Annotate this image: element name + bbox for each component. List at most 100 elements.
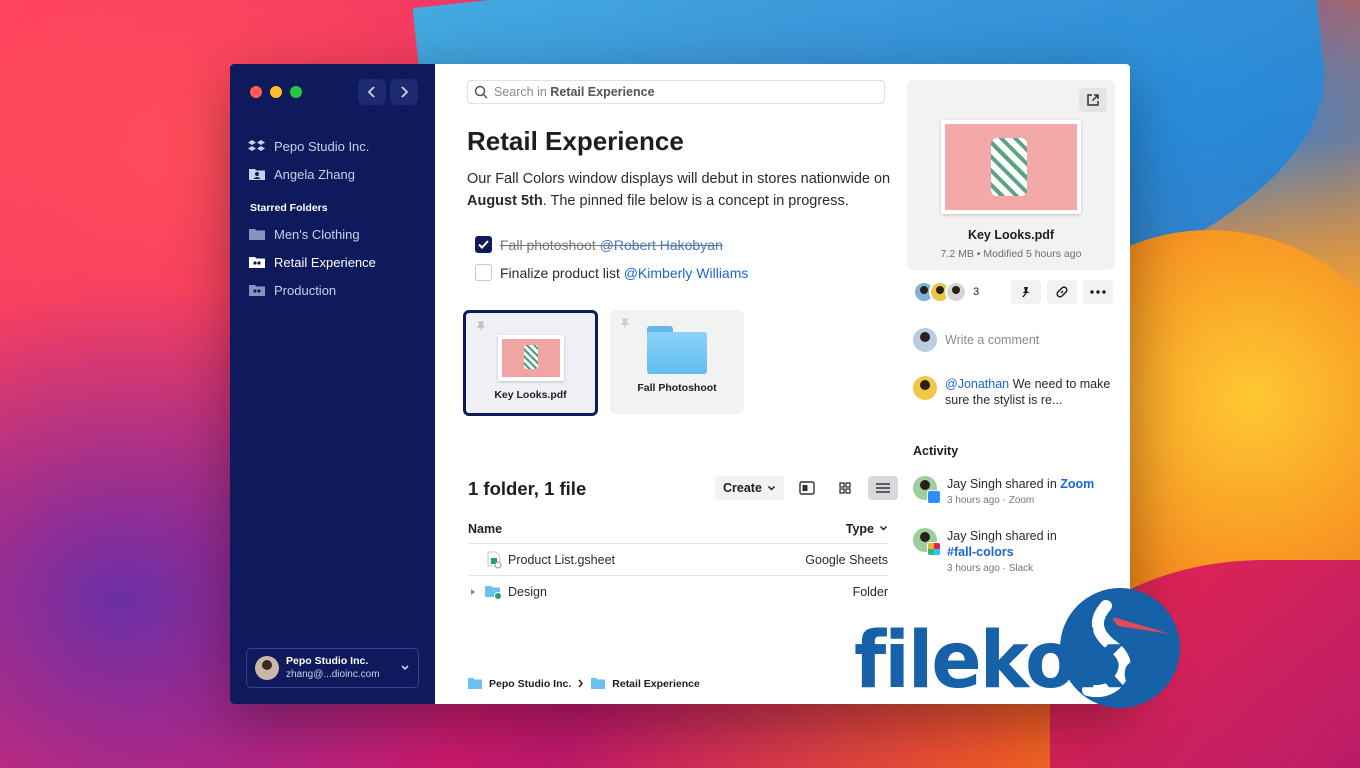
activity-meta: 3 hours ago · Zoom: [947, 495, 1035, 506]
search-placeholder: Search in Retail Experience: [494, 85, 655, 99]
activity-text: Jay Singh shared in #fall-colors: [947, 529, 1057, 559]
more-button[interactable]: [1083, 280, 1113, 304]
item-count: 1 folder, 1 file: [468, 478, 587, 499]
main-content: Search in Retail Experience Retail Exper…: [435, 64, 905, 704]
column-type-header[interactable]: Type: [846, 522, 888, 536]
todo-checkbox[interactable]: [475, 236, 492, 253]
copy-link-button[interactable]: [1047, 280, 1077, 304]
preview-panel-icon: [799, 481, 815, 495]
todo-item: Fall photoshoot @Robert Hakobyan: [475, 236, 723, 253]
file-preview[interactable]: Key Looks.pdf 7.2 MB • Modified 5 hours …: [907, 80, 1115, 270]
file-type: Google Sheets: [805, 552, 888, 567]
comment-text: @Jonathan We need to make sure the styli…: [945, 377, 1111, 407]
search-input[interactable]: Search in Retail Experience: [467, 80, 885, 104]
pin-button[interactable]: [1011, 280, 1041, 304]
file-name: Product List.gsheet: [508, 552, 616, 567]
folder-icon: [249, 229, 265, 240]
share-row: 3: [913, 280, 1113, 304]
pin-icon: [476, 321, 486, 331]
sidebar-item-label: Men's Clothing: [274, 226, 360, 242]
file-table: Name Type Product List.gsheet Google She…: [468, 514, 888, 608]
list-view-button[interactable]: [867, 476, 898, 500]
table-row[interactable]: Design Folder: [468, 576, 888, 608]
comment-item[interactable]: @Jonathan We need to make sure the styli…: [913, 376, 1113, 408]
zoom-window-button[interactable]: [290, 86, 302, 98]
folder-icon: [647, 326, 707, 374]
window-controls: [250, 86, 302, 98]
link-icon: [1056, 286, 1068, 298]
shared-folder-icon: [249, 285, 265, 296]
avatar: [913, 376, 937, 400]
list-icon: [875, 483, 890, 493]
sidebar-item-team[interactable]: Pepo Studio Inc.: [248, 132, 425, 160]
close-window-button[interactable]: [250, 86, 262, 98]
table-row[interactable]: Product List.gsheet Google Sheets: [468, 544, 888, 576]
shared-folder-icon: [591, 678, 606, 689]
google-sheets-icon: [487, 551, 502, 568]
minimize-window-button[interactable]: [270, 86, 282, 98]
chevron-right-icon: [578, 679, 584, 688]
folder-description[interactable]: Our Fall Colors window displays will deb…: [467, 168, 897, 212]
mention-link[interactable]: @Kimberly Williams: [624, 265, 749, 281]
back-button[interactable]: [358, 79, 386, 105]
grid-icon: [839, 482, 851, 494]
file-name: Design: [508, 585, 547, 599]
breadcrumb-item[interactable]: Pepo Studio Inc.: [489, 678, 571, 690]
page-title: Retail Experience: [467, 126, 684, 156]
card-label: Fall Photoshoot: [637, 382, 717, 394]
account-switcher[interactable]: Pepo Studio Inc. zhang@...dioinc.com: [246, 648, 419, 688]
sidebar-item-production[interactable]: Production: [248, 276, 425, 304]
sidebar: Pepo Studio Inc. Angela Zhang Starred Fo…: [230, 64, 435, 704]
pinned-card-fall-photoshoot[interactable]: Fall Photoshoot: [610, 310, 744, 414]
mention-link[interactable]: @Robert Hakobyan: [600, 237, 723, 253]
zoom-icon: [927, 490, 941, 504]
watermark-logo: filekoka: [850, 586, 1190, 716]
todo-text: Finalize product list @Kimberly Williams: [500, 264, 749, 281]
comment-input[interactable]: Write a comment: [913, 328, 1039, 352]
column-name-header[interactable]: Name: [468, 522, 502, 536]
activity-meta: 3 hours ago · Slack: [947, 563, 1034, 574]
open-external-icon: [1087, 94, 1099, 106]
table-header: Name Type: [468, 514, 888, 544]
sidebar-item-retail-experience[interactable]: Retail Experience: [248, 248, 425, 276]
activity-item[interactable]: Jay Singh shared in #fall-colors 3 hours…: [913, 528, 1123, 574]
member-count: 3: [973, 286, 980, 298]
account-email: zhang@...dioinc.com: [286, 669, 380, 680]
create-button[interactable]: Create: [715, 476, 784, 500]
activity-item[interactable]: Jay Singh shared in Zoom 3 hours ago · Z…: [913, 476, 1123, 506]
shared-folder-icon: [468, 678, 482, 689]
pin-icon: [620, 318, 630, 328]
chevron-down-icon: [879, 525, 888, 531]
starred-folders-heading: Starred Folders: [250, 202, 328, 214]
caret-right-icon[interactable]: [468, 587, 478, 597]
sidebar-item-label: Production: [274, 282, 337, 298]
chevron-left-icon: [367, 86, 375, 98]
watermark-text: filekoka: [854, 616, 1171, 706]
check-icon: [478, 240, 489, 249]
forward-button[interactable]: [390, 79, 418, 105]
avatar: [255, 656, 279, 680]
sidebar-item-personal[interactable]: Angela Zhang: [248, 160, 425, 188]
history-nav: [358, 79, 418, 105]
dropbox-icon: [248, 140, 265, 151]
preview-toggle-button[interactable]: [792, 476, 822, 500]
comment-placeholder: Write a comment: [945, 333, 1040, 347]
more-icon: [1090, 290, 1106, 294]
activity-heading: Activity: [913, 444, 959, 458]
shared-folder-icon: [249, 257, 265, 268]
preview-file-meta: 7.2 MB • Modified 5 hours ago: [940, 248, 1082, 260]
pdf-thumbnail: [941, 120, 1081, 214]
grid-view-button[interactable]: [830, 476, 860, 500]
open-external-button[interactable]: [1079, 88, 1107, 112]
list-toolbar: Create: [715, 476, 898, 500]
activity-text: Jay Singh shared in Zoom: [947, 477, 1095, 491]
preview-file-name: Key Looks.pdf: [967, 228, 1055, 242]
todo-checkbox[interactable]: [475, 264, 492, 281]
todo-item: Finalize product list @Kimberly Williams: [475, 264, 748, 281]
avatar: [913, 328, 937, 352]
chevron-right-icon: [401, 86, 409, 98]
sidebar-item-mens-clothing[interactable]: Men's Clothing: [248, 220, 425, 248]
pinned-card-key-looks[interactable]: Key Looks.pdf: [463, 310, 598, 416]
breadcrumb-item[interactable]: Retail Experience: [612, 678, 700, 690]
avatar[interactable]: [945, 281, 967, 303]
